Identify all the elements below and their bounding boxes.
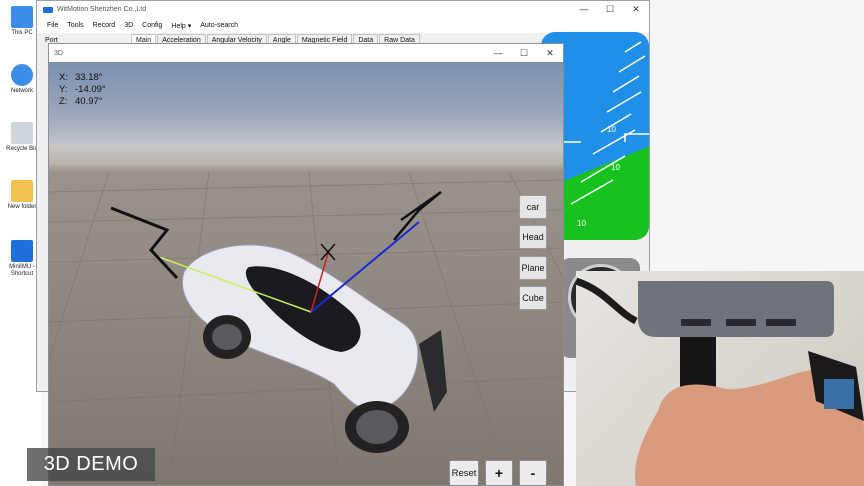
attitude-number-2: 10 [611,163,620,172]
3d-scene [49,171,563,485]
cube-view-button[interactable]: Cube [519,286,547,310]
reset-button[interactable]: Reset [449,460,479,485]
menu-bar: File Tools Record 3D Config Help ▾ Auto-… [37,18,649,33]
head-view-button[interactable]: Head [519,225,547,249]
3d-window-titlebar: 3D — ☐ ✕ [49,44,563,62]
app-titlebar: WitMotion Shenzhen Co.,Ltd — ☐ ✕ [37,1,649,18]
3d-window: 3D — ☐ ✕ X: 33.18° Y: -14.09° Z: 40.97° … [48,43,564,486]
witmotion-logo-icon [43,6,53,13]
network-icon [11,64,33,86]
attitude-number-3: 10 [577,219,586,228]
menu-tools[interactable]: Tools [67,22,83,29]
3d-viewport[interactable]: X: 33.18° Y: -14.09° Z: 40.97° car Head Pla… [49,62,563,485]
zoom-in-button[interactable]: + [485,460,513,485]
demo-caption: 3D DEMO [27,448,155,481]
y-value: -14.09° [75,84,106,95]
close-icon[interactable]: ✕ [623,4,649,15]
recycle-bin-icon [11,122,33,144]
car-model [182,244,447,453]
plane-view-button[interactable]: Plane [519,256,547,280]
zoom-out-button[interactable]: - [519,460,547,485]
3d-close-icon[interactable]: ✕ [537,48,563,59]
3d-minimize-icon[interactable]: — [485,48,511,59]
menu-3d[interactable]: 3D [124,22,133,29]
menu-auto-search[interactable]: Auto-search [200,22,238,29]
menu-config[interactable]: Config [142,22,162,29]
x-value: 33.18° [75,72,103,83]
menu-help[interactable]: Help ▾ [171,22,191,30]
folder-icon [11,180,33,202]
webcam-scene [576,277,864,486]
z-label: Z: [59,96,68,107]
app-shortcut-icon [11,240,33,262]
minimize-icon[interactable]: — [571,4,597,15]
3d-window-title: 3D [54,49,63,57]
3d-maximize-icon[interactable]: ☐ [511,48,537,59]
x-label: X: [59,72,68,83]
attitude-number-1: 10 [607,125,616,134]
angle-readout: X: 33.18° Y: -14.09° Z: 40.97° [59,72,106,108]
app-title: WitMotion Shenzhen Co.,Ltd [57,6,147,13]
maximize-icon[interactable]: ☐ [597,4,623,15]
webcam-overlay [576,271,864,486]
menu-record[interactable]: Record [93,22,116,29]
y-label: Y: [59,84,68,95]
menu-file[interactable]: File [47,22,58,29]
car-view-button[interactable]: car [519,195,547,219]
z-value: 40.97° [75,96,103,107]
computer-icon [11,6,33,28]
